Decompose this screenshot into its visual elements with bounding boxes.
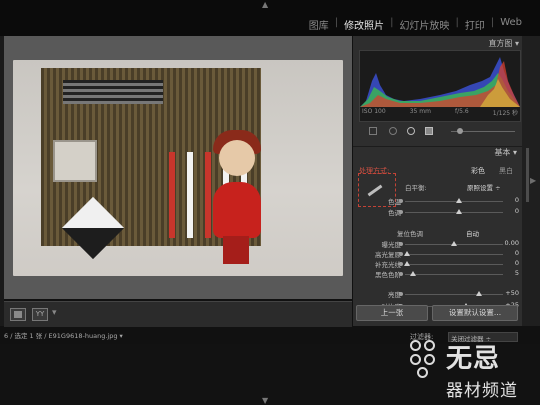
presence-reset-dot[interactable] bbox=[399, 292, 403, 296]
histogram-graph bbox=[360, 57, 520, 107]
tone-reset-dot[interactable] bbox=[399, 272, 403, 276]
wb-slider-track[interactable] bbox=[405, 212, 503, 213]
tone-label: 黑色色阶 bbox=[375, 271, 401, 279]
tone-slider-knob[interactable] bbox=[409, 271, 416, 276]
module-slideshow[interactable]: 幻灯片放映 bbox=[393, 17, 455, 32]
tone-auto-button[interactable]: 自动 bbox=[466, 228, 479, 238]
wb-label: 白平衡: bbox=[405, 184, 427, 192]
presence-row[interactable]: 亮度 +50 bbox=[353, 289, 523, 300]
ram-slots bbox=[63, 80, 163, 104]
doll-legs bbox=[223, 236, 249, 264]
photo-canvas[interactable] bbox=[4, 36, 352, 299]
module-develop[interactable]: 修改照片 bbox=[338, 17, 390, 32]
wb-value[interactable]: 0 bbox=[515, 196, 519, 204]
brush-slider-knob[interactable] bbox=[457, 128, 463, 134]
wb-row[interactable]: 色温 0 bbox=[353, 196, 523, 207]
crop-tool-icon[interactable] bbox=[369, 127, 377, 135]
before-after-button[interactable]: YY bbox=[32, 308, 48, 321]
histogram-title: 直方图 bbox=[488, 39, 513, 48]
loupe-view-button[interactable] bbox=[10, 308, 26, 321]
panel-bottom-buttons: 上一张 设置默认设置... bbox=[352, 305, 522, 323]
histogram-iso: ISO 100 bbox=[362, 108, 386, 115]
red-eye-icon[interactable] bbox=[407, 127, 415, 135]
treatment-color-option[interactable]: 彩色 bbox=[471, 166, 485, 176]
tone-slider-knob[interactable] bbox=[403, 251, 410, 256]
tone-row[interactable]: 黑色色阶 5 bbox=[353, 269, 523, 280]
wb-slider-track[interactable] bbox=[405, 201, 503, 202]
tone-slider-track[interactable] bbox=[405, 264, 503, 265]
watermark: 无忌 器材频道 bbox=[410, 338, 538, 401]
right-panel: 直方图 ▾ ISO 100 35 mm f/5.6 1/125 秒 基本 ▾ 处… bbox=[352, 36, 523, 326]
tone-reset-dot[interactable] bbox=[399, 252, 403, 256]
tone-reset-dot[interactable] bbox=[399, 242, 403, 246]
tone-slider-track[interactable] bbox=[405, 274, 503, 275]
tone-header-row: 复位色调 自动 bbox=[353, 228, 523, 239]
presence-value[interactable]: +50 bbox=[505, 289, 519, 297]
tone-reset-dot[interactable] bbox=[399, 262, 403, 266]
doll-dress bbox=[213, 182, 261, 238]
module-picker: 图库 | 修改照片 | 幻灯片放映 | 打印 | Web bbox=[303, 17, 528, 32]
reset-defaults-button[interactable]: 设置默认设置... bbox=[432, 305, 518, 321]
graduated-filter-icon[interactable] bbox=[425, 127, 433, 135]
previous-button[interactable]: 上一张 bbox=[356, 305, 428, 321]
tone-value[interactable]: 0 bbox=[515, 259, 519, 267]
watermark-brand: 无忌 bbox=[446, 344, 501, 374]
photo-preview[interactable] bbox=[13, 60, 343, 276]
view-toolbar: YY ▾ bbox=[4, 301, 352, 327]
tone-slider-track[interactable] bbox=[405, 254, 503, 255]
tool-strip bbox=[359, 124, 521, 138]
watermark-logo-icon bbox=[410, 338, 440, 380]
watermark-ring bbox=[417, 367, 428, 378]
wb-value[interactable]: 0 bbox=[515, 207, 519, 215]
histogram-info: ISO 100 35 mm f/5.6 1/125 秒 bbox=[359, 108, 521, 117]
module-web[interactable]: Web bbox=[494, 17, 528, 32]
wb-row[interactable]: 色调 0 bbox=[353, 207, 523, 218]
tone-slider-knob[interactable] bbox=[451, 241, 457, 246]
histogram-focal: 35 mm bbox=[409, 108, 431, 115]
spot-removal-icon[interactable] bbox=[389, 127, 397, 135]
watermark-ring bbox=[424, 354, 435, 365]
collapse-right-arrow-icon[interactable]: ▶ bbox=[530, 176, 536, 185]
tone-reset-label[interactable]: 复位色调 bbox=[397, 228, 423, 238]
scrollbar-thumb[interactable] bbox=[526, 148, 529, 202]
presence-slider-knob[interactable] bbox=[475, 291, 482, 296]
selection-status[interactable]: 6 / 选定 1 张 / E91G9618-huang.jpg ▾ bbox=[4, 332, 123, 340]
basic-title: 基本 bbox=[494, 148, 511, 157]
watermark-subtitle: 器材频道 bbox=[446, 381, 518, 401]
wb-slider-knob[interactable] bbox=[455, 198, 462, 203]
doll-head bbox=[219, 140, 255, 176]
module-print[interactable]: 打印 bbox=[459, 17, 491, 32]
tone-value[interactable]: 5 bbox=[515, 269, 519, 277]
tone-value[interactable]: 0 bbox=[515, 249, 519, 257]
tone-slider-knob[interactable] bbox=[403, 261, 410, 266]
doll-subject bbox=[203, 126, 269, 266]
watermark-ring bbox=[410, 340, 421, 351]
tone-label: 补充光线 bbox=[375, 261, 401, 269]
wb-dropdown[interactable]: 原照设置 ÷ bbox=[467, 182, 501, 192]
wb-slider-knob[interactable] bbox=[455, 209, 462, 214]
histogram-shutter: 1/125 秒 bbox=[492, 110, 518, 117]
cpu-socket bbox=[53, 140, 97, 182]
top-bar: ▲ 图库 | 修改照片 | 幻灯片放映 | 打印 | Web bbox=[0, 0, 540, 36]
basic-header[interactable]: 基本 ▾ bbox=[353, 146, 523, 160]
watermark-ring bbox=[410, 354, 421, 365]
watermark-ring bbox=[424, 340, 435, 351]
wb-reset-dot[interactable] bbox=[399, 210, 403, 214]
collapse-top-arrow-icon[interactable]: ▲ bbox=[262, 0, 268, 9]
treatment-bw-option[interactable]: 黑白 bbox=[499, 166, 513, 176]
pci-slot bbox=[169, 152, 175, 238]
pci-slot bbox=[187, 152, 193, 238]
module-library[interactable]: 图库 bbox=[303, 17, 335, 32]
wb-reset-dot[interactable] bbox=[399, 199, 403, 203]
tone-value[interactable]: 0.00 bbox=[505, 239, 519, 247]
collapse-filmstrip-arrow-icon[interactable]: ▼ bbox=[262, 396, 268, 405]
tone-label: 高光复原 bbox=[375, 251, 401, 259]
before-after-dropdown-icon[interactable]: ▾ bbox=[52, 308, 57, 318]
presence-slider-track[interactable] bbox=[405, 294, 503, 295]
histogram-aperture: f/5.6 bbox=[455, 108, 469, 115]
